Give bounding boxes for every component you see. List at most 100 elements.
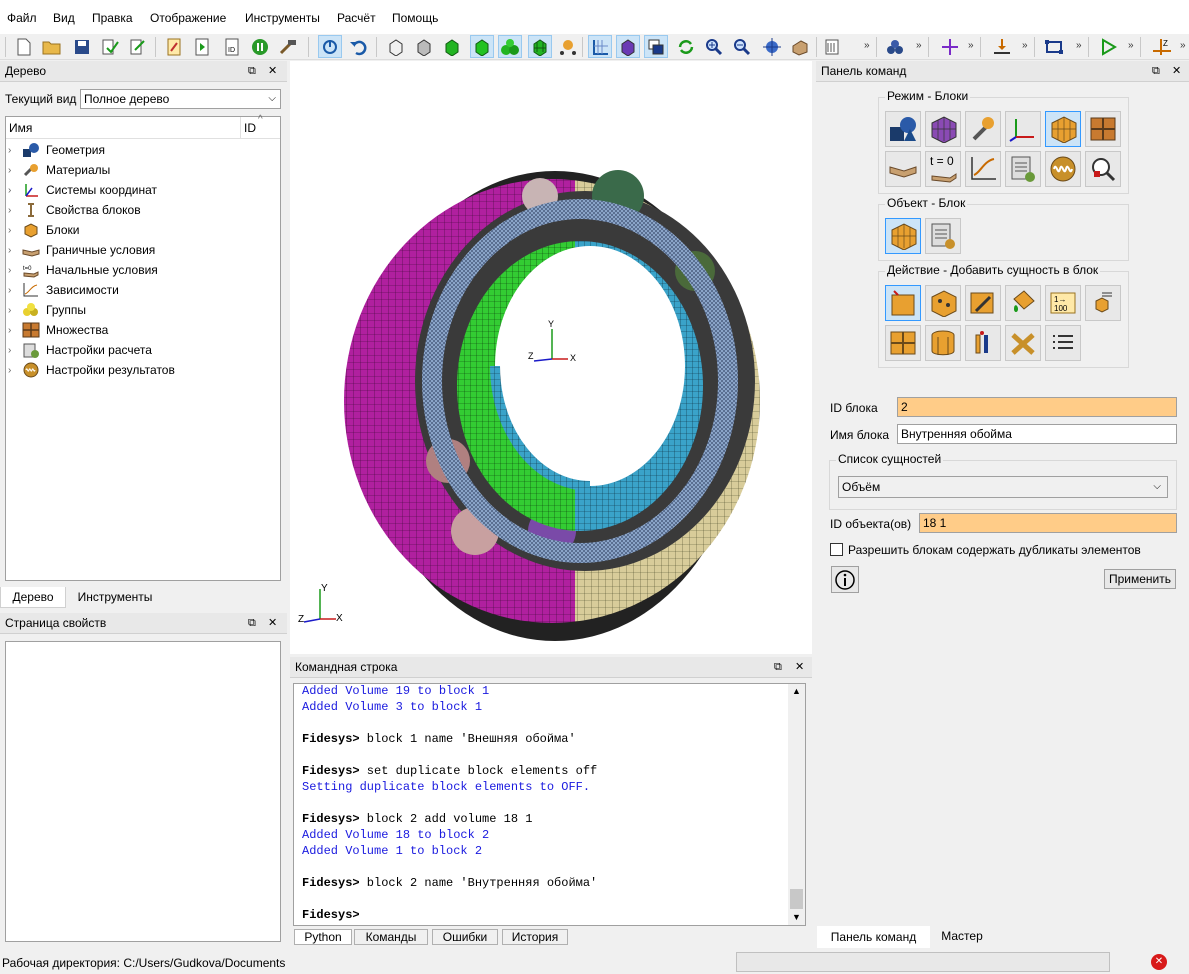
- expand-arrow-icon[interactable]: ›: [8, 225, 22, 236]
- object-block-icon[interactable]: [885, 218, 921, 254]
- fit-view-icon[interactable]: [760, 35, 784, 58]
- expand-arrow-icon[interactable]: ›: [8, 185, 22, 196]
- expand-arrow-icon[interactable]: ›: [8, 365, 22, 376]
- expand-arrow-icon[interactable]: ›: [8, 145, 22, 156]
- action-list-blocks-icon[interactable]: [1085, 285, 1121, 321]
- tab-history[interactable]: История: [502, 929, 568, 945]
- mode-settings-icon[interactable]: [1005, 151, 1041, 187]
- float-icon[interactable]: ⧉: [774, 657, 782, 678]
- scroll-thumb[interactable]: [790, 889, 803, 909]
- toolbar-overflow[interactable]: »: [864, 40, 870, 51]
- solid-cube-icon[interactable]: [470, 35, 494, 58]
- save-icon[interactable]: [70, 35, 94, 58]
- expand-arrow-icon[interactable]: ›: [8, 165, 22, 176]
- expand-arrow-icon[interactable]: ›: [8, 345, 22, 356]
- toolbar-overflow-4[interactable]: »: [1022, 40, 1028, 51]
- action-create-block-icon[interactable]: [925, 285, 961, 321]
- export-icon[interactable]: [126, 35, 150, 58]
- run-icon[interactable]: [1096, 35, 1120, 58]
- close-icon[interactable]: ✕: [1172, 61, 1181, 82]
- toolbar-overflow-7[interactable]: »: [1180, 40, 1186, 51]
- action-split-icon[interactable]: [885, 325, 921, 361]
- mode-material-icon[interactable]: [965, 111, 1001, 147]
- expand-arrow-icon[interactable]: ›: [8, 205, 22, 216]
- hammer-icon[interactable]: [276, 35, 300, 58]
- mode-results-icon[interactable]: [1045, 151, 1081, 187]
- tree-item[interactable]: › Множества: [8, 320, 108, 340]
- shaded-cube-icon[interactable]: [440, 35, 464, 58]
- close-icon[interactable]: ✕: [795, 657, 804, 678]
- expand-arrow-icon[interactable]: ›: [8, 325, 22, 336]
- float-icon[interactable]: ⧉: [248, 61, 256, 82]
- action-edit-block-icon[interactable]: [965, 285, 1001, 321]
- tree-item[interactable]: › Блоки: [8, 220, 80, 240]
- tree-item[interactable]: › Группы: [8, 300, 86, 320]
- tree-item[interactable]: › Свойства блоков: [8, 200, 141, 220]
- import-icon[interactable]: [98, 35, 122, 58]
- tab-commands[interactable]: Команды: [354, 929, 428, 945]
- entity-select[interactable]: Объём ⌵: [838, 476, 1168, 498]
- tree-item[interactable]: › Геометрия: [8, 140, 105, 160]
- action-renumber-icon[interactable]: 1→ 100: [1045, 285, 1081, 321]
- toolbar-overflow-3[interactable]: »: [968, 40, 974, 51]
- menu-display[interactable]: Отображение: [150, 11, 226, 25]
- rotate-icon[interactable]: [674, 35, 698, 58]
- tree-item[interactable]: › Материалы: [8, 160, 110, 180]
- crosshair-icon[interactable]: [938, 35, 962, 58]
- pause-icon[interactable]: [248, 35, 272, 58]
- apply-button[interactable]: Применить: [1104, 569, 1176, 589]
- cluster-icon[interactable]: [884, 35, 908, 58]
- windows-icon[interactable]: [644, 35, 668, 58]
- expand-arrow-icon[interactable]: ›: [8, 285, 22, 296]
- menu-file[interactable]: Файл: [7, 11, 37, 25]
- action-list-icon[interactable]: [1045, 325, 1081, 361]
- view-select[interactable]: Полное дерево ⌵: [80, 89, 281, 109]
- object-ids-field[interactable]: 18 1: [919, 513, 1177, 533]
- float-icon[interactable]: ⧉: [1152, 61, 1160, 82]
- close-icon[interactable]: ✕: [268, 61, 277, 82]
- action-cylinder-icon[interactable]: [925, 325, 961, 361]
- zoom-in-icon[interactable]: [702, 35, 726, 58]
- error-icon[interactable]: ✕: [1151, 954, 1167, 970]
- edit-script-icon[interactable]: [162, 35, 186, 58]
- close-icon[interactable]: ✕: [268, 613, 277, 634]
- tab-python[interactable]: Python: [294, 929, 352, 945]
- tree-item[interactable]: › Настройки результатов: [8, 360, 175, 380]
- duplicate-elements-checkbox[interactable]: [830, 543, 843, 556]
- tree-item[interactable]: › Зависимости: [8, 280, 119, 300]
- zoom-out-icon[interactable]: [730, 35, 754, 58]
- tab-command-panel[interactable]: Панель команд: [817, 926, 930, 948]
- load-icon[interactable]: [990, 35, 1014, 58]
- block-name-field[interactable]: Внутренняя обойма: [897, 424, 1177, 444]
- menu-tools[interactable]: Инструменты: [245, 11, 320, 25]
- mode-coords-icon[interactable]: [1005, 111, 1041, 147]
- float-icon[interactable]: ⧉: [248, 613, 256, 634]
- menu-view[interactable]: Вид: [53, 11, 75, 25]
- expand-arrow-icon[interactable]: ›: [8, 305, 22, 316]
- tree-item[interactable]: › Настройки расчета: [8, 340, 152, 360]
- mouse-mode-icon[interactable]: [318, 35, 342, 58]
- toolbar-overflow-6[interactable]: »: [1128, 40, 1134, 51]
- tab-wizard[interactable]: Мастер: [932, 926, 992, 946]
- col-id[interactable]: ID: [244, 121, 256, 135]
- action-delete-icon[interactable]: [1005, 325, 1041, 361]
- object-block-props-icon[interactable]: [925, 218, 961, 254]
- cmd-scrollbar[interactable]: ▲ ▼: [788, 684, 805, 925]
- constraint-icon[interactable]: [1042, 35, 1066, 58]
- action-paint-icon[interactable]: [1005, 285, 1041, 321]
- nodes-icon[interactable]: [556, 35, 580, 58]
- hidden-line-cube-icon[interactable]: [412, 35, 436, 58]
- block-id-field[interactable]: 2: [897, 397, 1177, 417]
- tab-tools[interactable]: Инструменты: [68, 588, 162, 608]
- new-file-icon[interactable]: [12, 35, 36, 58]
- box-view-icon[interactable]: [616, 35, 640, 58]
- tree-item[interactable]: › t=0 Начальные условия: [8, 260, 158, 280]
- viewport-3d[interactable]: Y X Z Y X Z: [290, 61, 812, 654]
- menu-help[interactable]: Помощь: [392, 11, 438, 25]
- mode-geometry-icon[interactable]: [885, 111, 921, 147]
- surface-icon[interactable]: [788, 35, 812, 58]
- mode-sets-icon[interactable]: [1085, 111, 1121, 147]
- mode-inspect-icon[interactable]: [1085, 151, 1121, 187]
- undo-icon[interactable]: [346, 35, 370, 58]
- axes-grid-icon[interactable]: [588, 35, 612, 58]
